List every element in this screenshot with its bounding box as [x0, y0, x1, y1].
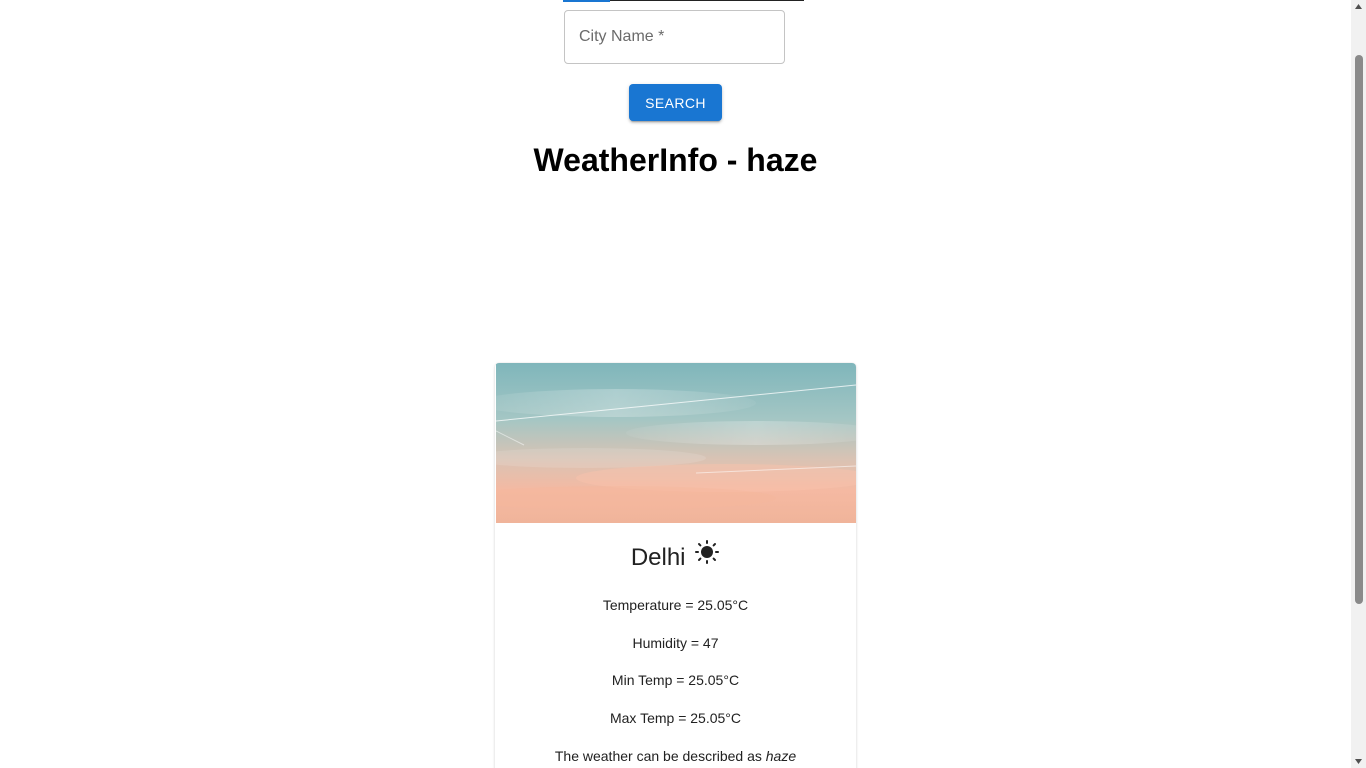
- top-divider-accent: [563, 0, 610, 2]
- description-value: haze: [765, 748, 797, 764]
- temperature-text: Temperature = 25.05°C: [602, 597, 749, 613]
- search-button[interactable]: SEARCH: [629, 84, 722, 121]
- min-temp-text: Min Temp = 25.05°C: [611, 672, 740, 688]
- description-prefix: The weather can be described as: [554, 748, 762, 764]
- weather-description: The weather can be described as haze: [495, 746, 856, 766]
- scroll-up-arrow-icon[interactable]: [1351, 0, 1366, 14]
- weather-card: Delhi Temperature = 25.05°C Humidity = 4…: [495, 363, 856, 768]
- scroll-down-arrow-icon[interactable]: [1351, 754, 1366, 768]
- city-name-field[interactable]: [564, 10, 785, 64]
- humidity-text: Humidity = 47: [632, 635, 719, 651]
- city-heading: Delhi: [495, 539, 856, 575]
- vertical-scrollbar[interactable]: [1351, 0, 1366, 768]
- sun-icon: [694, 539, 720, 565]
- page: SEARCH WeatherInfo - haze: [0, 0, 1366, 768]
- max-temp-text: Max Temp = 25.05°C: [609, 710, 742, 726]
- city-name-input[interactable]: [565, 11, 784, 63]
- scrollbar-thumb[interactable]: [1355, 55, 1363, 604]
- page-title: WeatherInfo - haze: [533, 142, 818, 178]
- city-name: Delhi: [630, 544, 686, 571]
- hazy-sky-image: [496, 363, 856, 523]
